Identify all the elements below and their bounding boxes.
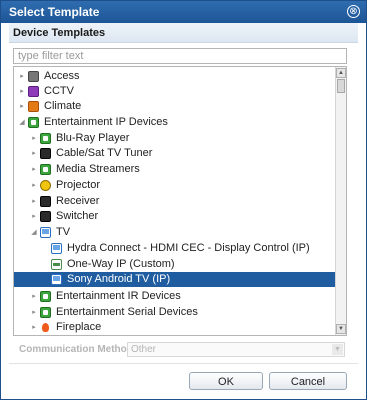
dialog-titlebar: Select Template ⊗ (1, 1, 366, 23)
tree-item-receiver[interactable]: ▸ Receiver (14, 194, 336, 209)
divider (9, 363, 358, 364)
tree-item-label: Receiver (56, 195, 100, 207)
section-header: Device Templates (9, 23, 358, 43)
expand-arrow-icon[interactable]: ▸ (30, 162, 38, 177)
tree-item-access[interactable]: ▸ Access (14, 69, 336, 84)
receiver-icon (40, 196, 51, 207)
tree-item-label: Entertainment IP Devices (44, 116, 168, 128)
fireplace-icon (40, 322, 51, 333)
tuner-icon (40, 148, 51, 159)
expand-arrow-icon[interactable]: ▸ (30, 146, 38, 161)
expand-arrow-icon[interactable]: ▸ (30, 131, 38, 146)
tree-item-blu-ray-player[interactable]: ▸ Blu-Ray Player (14, 131, 336, 146)
communication-method-label: Communication Method: (19, 344, 137, 355)
access-icon (28, 71, 39, 82)
chevron-down-icon: ▼ (332, 344, 343, 355)
tree-item-label: Fireplace (56, 321, 102, 333)
tv-icon (51, 274, 62, 285)
expand-arrow-icon[interactable]: ▸ (18, 69, 26, 84)
select-template-dialog: Select Template ⊗ Device Templates ▸ Acc… (0, 0, 367, 400)
dialog-title: Select Template (9, 5, 100, 19)
communication-method-select: Other ▼ (127, 342, 345, 357)
close-icon[interactable]: ⊗ (347, 5, 360, 18)
tree-item-cable-sat-tv-tuner[interactable]: ▸ Cable/Sat TV Tuner (14, 146, 336, 161)
cancel-button[interactable]: Cancel (269, 372, 347, 390)
tree-item-label: Media Streamers (56, 163, 140, 175)
ok-button[interactable]: OK (189, 372, 263, 390)
tv-icon (40, 227, 51, 238)
template-tree: ▸ Access ▸ CCTV ▸ Climate ◢ Entertainmen… (13, 66, 347, 336)
camera-icon (28, 86, 39, 97)
tree-item-entertainment-ir-devices[interactable]: ▸ Entertainment IR Devices (14, 289, 336, 304)
ip-device-icon (40, 133, 51, 144)
ip-device-icon (40, 291, 51, 302)
switcher-icon (40, 211, 51, 222)
tree-item-label: TV (56, 226, 71, 238)
tree-item-label: Sony Android TV (IP) (67, 273, 171, 285)
tree-item-label: Switcher (56, 210, 99, 222)
tree-item-label: Cable/Sat TV Tuner (56, 147, 153, 159)
tree-scrollbar[interactable]: ▲ ▼ (335, 67, 346, 335)
ip-device-icon (40, 164, 51, 175)
expand-arrow-icon[interactable]: ▸ (30, 194, 38, 209)
tree-item-projector[interactable]: ▸ Projector (14, 178, 336, 193)
filter-input[interactable] (13, 48, 347, 64)
tree-item-entertainment-ip-devices[interactable]: ◢ Entertainment IP Devices (14, 115, 336, 130)
tree-item-sony-android-tv[interactable]: Sony Android TV (IP) (14, 272, 336, 287)
ip-device-icon (40, 307, 51, 318)
tree-item-label: Access (44, 70, 80, 82)
tree-item-hydra-connect[interactable]: Hydra Connect - HDMI CEC - Display Contr… (14, 241, 336, 256)
tree-item-label: Projector (56, 179, 101, 191)
collapse-arrow-icon[interactable]: ◢ (30, 225, 38, 240)
ip-device-icon (28, 117, 39, 128)
tree-item-label: Entertainment IR Devices (56, 290, 181, 302)
tree-item-tv[interactable]: ◢ TV (14, 225, 336, 240)
expand-arrow-icon[interactable]: ▸ (18, 99, 26, 114)
tree-item-climate[interactable]: ▸ Climate (14, 99, 336, 114)
one-way-icon (51, 259, 62, 270)
tree-item-cctv[interactable]: ▸ CCTV (14, 84, 336, 99)
collapse-arrow-icon[interactable]: ◢ (18, 115, 26, 130)
thermostat-icon (28, 101, 39, 112)
tree-item-label: Entertainment Serial Devices (56, 306, 198, 318)
expand-arrow-icon[interactable]: ▸ (30, 289, 38, 304)
scroll-down-icon[interactable]: ▼ (336, 324, 346, 334)
tree-item-entertainment-serial-devices[interactable]: ▸ Entertainment Serial Devices (14, 305, 336, 320)
communication-method-value: Other (131, 344, 157, 355)
tree-item-label: One-Way IP (Custom) (67, 258, 175, 270)
expand-arrow-icon[interactable]: ▸ (30, 209, 38, 224)
expand-arrow-icon[interactable]: ▸ (30, 305, 38, 320)
tree-item-label: CCTV (44, 85, 74, 97)
tree-item-fireplace[interactable]: ▸ Fireplace (14, 320, 336, 335)
expand-arrow-icon[interactable]: ▸ (30, 178, 38, 193)
tree-item-label: Blu-Ray Player (56, 132, 130, 144)
expand-arrow-icon[interactable]: ▸ (18, 84, 26, 99)
tv-icon (51, 243, 62, 254)
tree-item-label: Hydra Connect - HDMI CEC - Display Contr… (67, 242, 310, 254)
expand-arrow-icon[interactable]: ▸ (30, 320, 38, 335)
tree-item-label: Climate (44, 100, 82, 112)
tree-item-switcher[interactable]: ▸ Switcher (14, 209, 336, 224)
tree-item-media-streamers[interactable]: ▸ Media Streamers (14, 162, 336, 177)
projector-icon (40, 180, 51, 191)
scroll-up-icon[interactable]: ▲ (336, 68, 346, 78)
tree-item-one-way-ip[interactable]: One-Way IP (Custom) (14, 257, 336, 272)
scroll-thumb[interactable] (337, 79, 345, 93)
